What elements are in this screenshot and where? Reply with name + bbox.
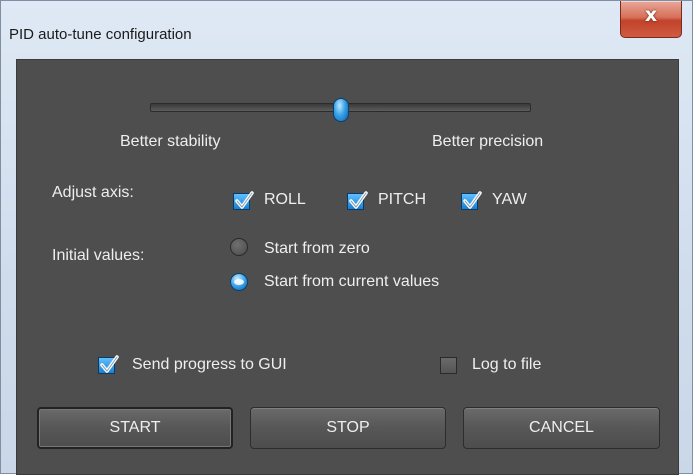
send-progress-checkbox[interactable] (98, 355, 119, 374)
window-title: PID auto-tune configuration (9, 26, 192, 43)
slider-right-label: Better precision (432, 133, 544, 150)
yaw-checkbox[interactable] (461, 191, 482, 210)
roll-label[interactable]: ROLL (264, 191, 306, 209)
close-icon: x (644, 4, 658, 26)
close-button[interactable]: x (620, 1, 682, 38)
stop-button[interactable]: STOP (250, 407, 446, 449)
log-to-file-checkbox[interactable] (440, 357, 457, 374)
roll-checkbox[interactable] (233, 191, 254, 210)
start-from-current-label[interactable]: Start from current values (264, 273, 439, 291)
start-from-current-radio[interactable] (230, 273, 248, 291)
yaw-label[interactable]: YAW (492, 191, 527, 209)
send-progress-label[interactable]: Send progress to GUI (132, 356, 287, 374)
initial-values-label: Initial values: (52, 247, 145, 264)
start-button[interactable]: START (37, 407, 233, 449)
slider-thumb[interactable] (332, 98, 349, 122)
pitch-label[interactable]: PITCH (378, 191, 426, 209)
slider-left-label: Better stability (120, 133, 221, 150)
dialog-body: Better stability Better precision Adjust… (16, 59, 679, 475)
dialog-window: PID auto-tune configuration x Better sta… (0, 0, 693, 475)
adjust-axis-label: Adjust axis: (52, 184, 134, 201)
cancel-button[interactable]: CANCEL (463, 407, 660, 449)
start-from-zero-label[interactable]: Start from zero (264, 240, 370, 258)
pitch-checkbox[interactable] (347, 191, 368, 210)
log-to-file-label[interactable]: Log to file (472, 356, 541, 374)
title-bar: PID auto-tune configuration x (1, 1, 692, 59)
start-from-zero-radio[interactable] (230, 238, 248, 256)
